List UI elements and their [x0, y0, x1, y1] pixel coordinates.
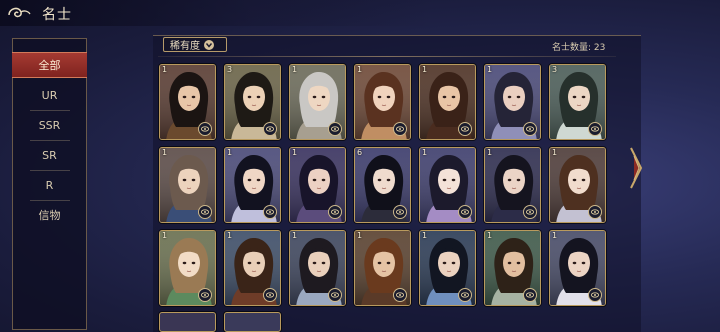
chevron-down-icon [204, 39, 214, 50]
collection-count: 名士数量: 23 [552, 43, 606, 53]
rarity-badge-icon [393, 205, 407, 219]
sidebar-item-label: UR [41, 88, 58, 102]
rarity-badge-icon [588, 288, 602, 302]
card-count: 1 [487, 65, 493, 74]
character-card[interactable]: 3 [549, 64, 606, 140]
card-count: 1 [292, 148, 298, 157]
sidebar-item-label: 信物 [38, 209, 61, 222]
character-card[interactable]: 1 [289, 230, 346, 306]
character-card[interactable]: 1 [549, 230, 606, 306]
card-count: 1 [357, 231, 363, 240]
card-count: 1 [227, 148, 233, 157]
character-card[interactable]: 1 [484, 147, 541, 223]
rarity-badge-icon [458, 122, 472, 136]
sidebar-item-all[interactable]: 全部 [12, 52, 87, 78]
sidebar-divider [30, 110, 70, 111]
character-card[interactable]: 1 [159, 147, 216, 223]
character-card[interactable]: 1 [549, 147, 606, 223]
character-card[interactable]: 1 [484, 230, 541, 306]
card-count: 1 [552, 231, 558, 240]
character-card[interactable]: 1 [419, 147, 476, 223]
character-card[interactable]: 1 [419, 64, 476, 140]
sidebar-item-ssr[interactable]: SSR [12, 112, 87, 138]
card-count: 1 [487, 231, 493, 240]
rarity-badge-icon [393, 288, 407, 302]
card-count: 1 [162, 65, 168, 74]
page-title: 名士 [42, 7, 72, 23]
card-count: 1 [357, 65, 363, 74]
sidebar-divider [30, 200, 70, 201]
character-card-partial[interactable] [159, 312, 216, 332]
card-count: 1 [162, 148, 168, 157]
rarity-sort-button[interactable]: 稀有度 [163, 37, 227, 52]
character-card[interactable]: 1 [484, 64, 541, 140]
character-card[interactable]: 1 [354, 64, 411, 140]
character-card[interactable]: 1 [289, 147, 346, 223]
rarity-badge-icon [263, 122, 277, 136]
sidebar-item-ur[interactable]: UR [12, 82, 87, 108]
sidebar-divider [30, 170, 70, 171]
rarity-badge-icon [328, 205, 342, 219]
character-card[interactable]: 1 [159, 230, 216, 306]
rarity-badge-icon [198, 288, 212, 302]
card-count: 1 [422, 148, 428, 157]
character-card[interactable]: 1 [224, 147, 281, 223]
sidebar-item-r[interactable]: R [12, 172, 87, 198]
rarity-badge-icon [393, 122, 407, 136]
character-card[interactable]: 3 [224, 64, 281, 140]
character-card[interactable]: 1 [224, 230, 281, 306]
character-card[interactable]: 1 [159, 64, 216, 140]
rarity-badge-icon [458, 205, 472, 219]
rarity-badge-icon [458, 288, 472, 302]
character-card[interactable]: 1 [289, 64, 346, 140]
rarity-sort-label: 稀有度 [170, 41, 200, 52]
rarity-badge-icon [263, 288, 277, 302]
character-card[interactable]: 6 [354, 147, 411, 223]
sidebar-item-sr[interactable]: SR [12, 142, 87, 168]
rarity-badge-icon [328, 288, 342, 302]
back-swirl-icon[interactable] [6, 4, 32, 22]
character-card[interactable]: 1 [419, 230, 476, 306]
sidebar-item-label: 全部 [38, 59, 61, 72]
rarity-badge-icon [588, 122, 602, 136]
card-count: 1 [422, 65, 428, 74]
card-count: 6 [357, 148, 363, 157]
character-card[interactable]: 1 [354, 230, 411, 306]
sidebar-item-label: R [45, 178, 54, 192]
rarity-badge-icon [328, 122, 342, 136]
card-count: 1 [292, 65, 298, 74]
card-count: 1 [162, 231, 168, 240]
top-bar: 名士 [0, 0, 720, 26]
card-count: 1 [487, 148, 493, 157]
rarity-badge-icon [263, 205, 277, 219]
rarity-badge-icon [198, 205, 212, 219]
card-count: 1 [292, 231, 298, 240]
sidebar-item-label: SSR [38, 118, 61, 132]
sidebar-item-tokens[interactable]: 信物 [12, 202, 87, 228]
card-count: 3 [227, 65, 233, 74]
sidebar-divider [30, 140, 70, 141]
next-page-arrow-icon[interactable] [628, 146, 644, 190]
character-card-partial[interactable] [224, 312, 281, 332]
rarity-badge-icon [588, 205, 602, 219]
card-count: 3 [552, 65, 558, 74]
card-count: 1 [552, 148, 558, 157]
rarity-badge-icon [523, 288, 537, 302]
panel-divider [158, 56, 616, 57]
rarity-badge-icon [523, 122, 537, 136]
rarity-badge-icon [523, 205, 537, 219]
card-count: 1 [422, 231, 428, 240]
card-count: 1 [227, 231, 233, 240]
sidebar-item-label: SR [42, 148, 57, 162]
rarity-badge-icon [198, 122, 212, 136]
